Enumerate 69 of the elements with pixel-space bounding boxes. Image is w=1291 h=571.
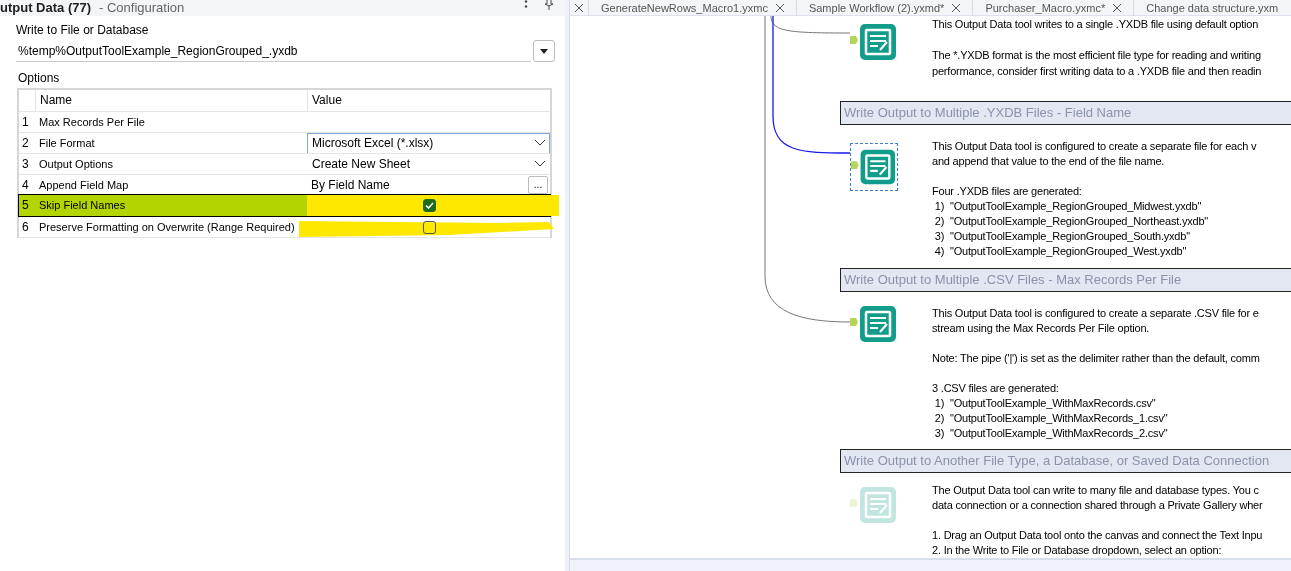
chevron-down-icon (535, 140, 545, 146)
comment-text-line: 1) "OutputToolExample_RegionGrouped_Midwest.yxdb" (933, 199, 1203, 214)
comment-header: Write Output to Multiple .YXDB Files - Field Name (840, 101, 1291, 125)
close-icon[interactable] (775, 4, 784, 12)
row-number: 1 (21, 114, 30, 131)
comment-header: Write Output to Another File Type, a Database, or Saved Data Connection (840, 449, 1291, 473)
section-label: Options (18, 70, 61, 86)
output-tool-icon (850, 304, 898, 344)
comment-text-line: 3) "OutputToolExample_RegionGrouped_South.yxdb" (933, 229, 1191, 244)
checkbox[interactable] (423, 199, 436, 212)
comment-header: Write Output to Multiple .CSV Files - Max Records Per File (840, 268, 1291, 292)
row-number: 5 (19, 195, 35, 216)
output-tool-node[interactable] (850, 143, 898, 191)
comment-text-line: 4) "OutputToolExample_RegionGrouped_West.yxdb" (933, 244, 1188, 259)
row-number: 6 (21, 219, 30, 236)
row-number: 3 (21, 156, 30, 173)
output-tool-icon (850, 22, 898, 62)
option-name: Output Options (38, 157, 114, 172)
column-header: Name (35, 90, 307, 111)
output-tool-icon (850, 485, 898, 525)
comment-text-line: 2) "OutputToolExample_RegionGrouped_Northeast.yxdb" (933, 214, 1210, 229)
option-name: Skip Field Names (35, 195, 307, 216)
close-icon[interactable] (1113, 4, 1122, 12)
option-row[interactable]: 5 Skip Field Names (19, 195, 550, 216)
value-dropdown[interactable]: Microsoft Excel (*.xlsx) (307, 132, 550, 154)
comment-text-line: Four .YXDB files are generated: (932, 184, 1083, 199)
comment-text-line: This Output Data tool is configured to create a separate file for each v (932, 139, 1257, 154)
comment-text-line: The Output Data tool can write to many file and database types. You c (932, 483, 1260, 498)
comment-text-line: 1. Drag an Output Data tool onto the canvas and connect the Text Inpu (932, 528, 1263, 543)
row-number: 4 (21, 177, 30, 194)
comment-text-line: 3 .CSV files are generated: (932, 381, 1060, 396)
more-icon[interactable] (524, 0, 528, 9)
comment-text-line: performance, consider first writing data to a .YXDB file and then readin (932, 64, 1262, 79)
ellipsis-button[interactable]: ... (528, 176, 548, 194)
caret-icon (540, 48, 548, 54)
option-name: File Format (38, 136, 96, 151)
comment-text-line: 2) "OutputToolExample_WithMaxRecords_1.csv" (933, 411, 1169, 426)
panel-title: utput Data (77) (0, 0, 91, 16)
chevron-down-icon (535, 161, 545, 167)
close-icon[interactable] (575, 4, 583, 12)
option-name: Preserve Formatting on Overwrite (Range Required) (38, 220, 296, 235)
comment-text-line: stream using the Max Records Per File option. (932, 321, 1151, 336)
field-label: Write to File or Database (16, 22, 150, 38)
dropdown-button[interactable] (533, 40, 555, 62)
option-name: Max Records Per File (38, 115, 146, 130)
option-row[interactable]: 3 Output Options Create New Sheet (19, 153, 550, 174)
comment-text-line: This Output Data tool is configured to create a separate .CSV file for e (932, 306, 1260, 321)
row-number: 2 (21, 135, 30, 152)
option-row[interactable]: 2 File Format Microsoft Excel (*.xlsx) (19, 132, 550, 153)
comment-text-line: 1) "OutputToolExample_WithMaxRecords.csv" (933, 396, 1157, 411)
comment-text-line: The *.YXDB format is the most efficient file type for reading and writing (932, 48, 1262, 63)
checkbox[interactable] (423, 220, 436, 234)
pin-icon[interactable] (544, 0, 554, 10)
scrollbar-track[interactable] (570, 558, 1291, 571)
comment-text-line: and append that value to the end of the file name. (932, 154, 1166, 169)
value-dropdown[interactable]: Create New Sheet (307, 153, 550, 175)
option-row[interactable]: 1 Max Records Per File (19, 111, 550, 132)
close-icon[interactable] (952, 4, 961, 12)
comment-text-line: 3) "OutputToolExample_WithMaxRecords_2.csv" (933, 426, 1169, 441)
comment-text-line: Note: The pipe ('|') is set as the delimiter rather than the default, comm (932, 351, 1260, 366)
check-icon (425, 202, 434, 209)
panel-subtitle: - Configuration (99, 0, 185, 16)
comment-text-line: 2. In the Write to File or Database dropdown, select an option: (932, 543, 1223, 558)
output-tool-icon (851, 147, 897, 187)
option-value: By Field Name (311, 177, 390, 194)
column-header: Value (307, 90, 550, 111)
option-name: Append Field Map (38, 178, 130, 193)
comment-text-line: data connection or a connection shared through a Private Gallery wher (932, 498, 1263, 513)
comment-text-line: This Output Data tool writes to a single .YXDB file using default option (932, 17, 1260, 32)
